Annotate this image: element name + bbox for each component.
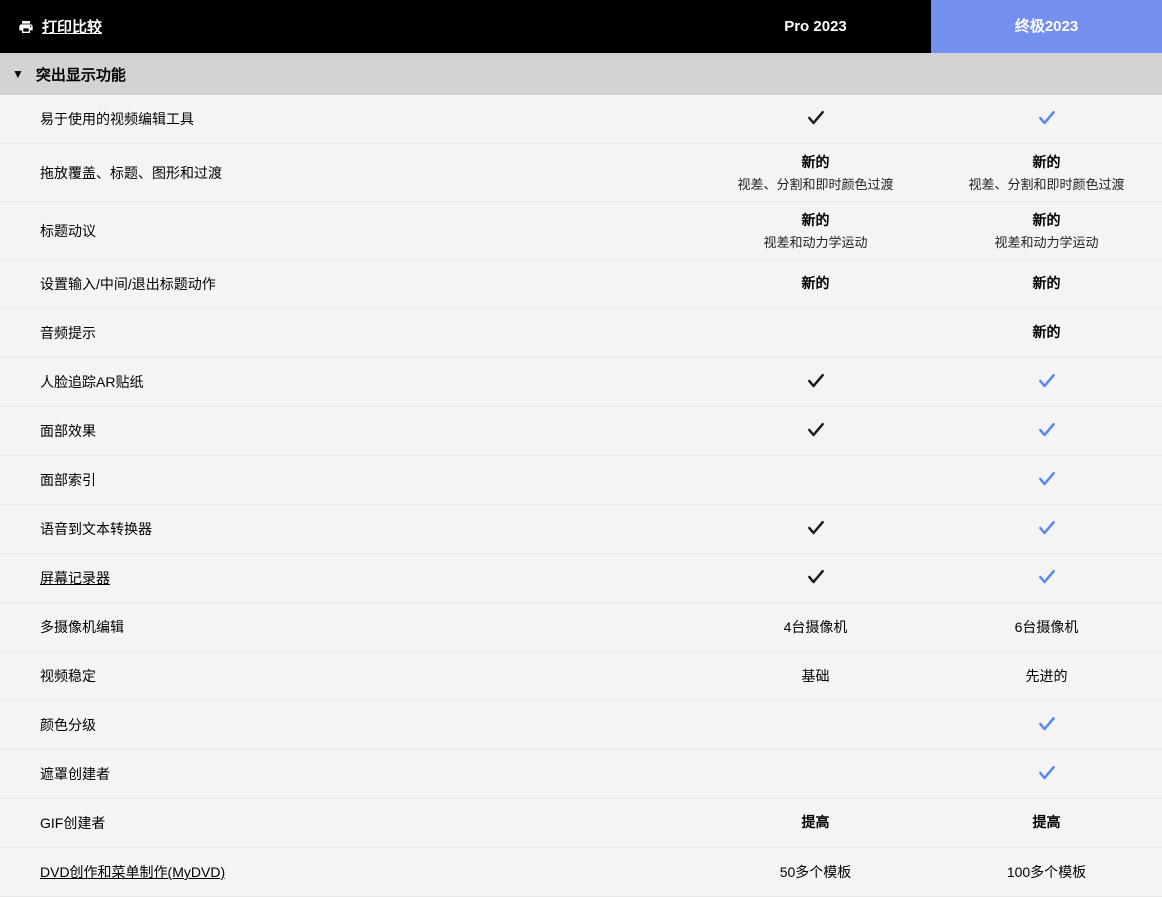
check-icon <box>806 371 826 394</box>
feature-row: 标题动议新的视差和动力学运动新的视差和动力学运动 <box>0 202 1162 260</box>
feature-label: 拖放覆盖、标题、图形和过渡 <box>0 144 700 201</box>
check-icon <box>1037 108 1057 131</box>
feature-row: 人脸追踪AR贴纸 <box>0 358 1162 407</box>
chevron-down-icon: ▼ <box>12 67 24 81</box>
check-icon <box>806 567 826 590</box>
feature-row: 易于使用的视频编辑工具 <box>0 95 1162 144</box>
value-pro: 新的视差和动力学运动 <box>700 202 931 259</box>
feature-row: GIF创建者提高提高 <box>0 799 1162 848</box>
feature-label: 面部索引 <box>0 456 700 504</box>
value-ultimate: 6台摄像机 <box>931 603 1162 651</box>
column-header-pro: Pro 2023 <box>700 0 931 53</box>
feature-label: 音频提示 <box>0 309 700 357</box>
value-pro: 50多个模板 <box>700 848 931 896</box>
feature-label: 人脸追踪AR贴纸 <box>0 358 700 406</box>
feature-label: 易于使用的视频编辑工具 <box>0 95 700 143</box>
value-ultimate <box>931 358 1162 406</box>
check-icon <box>1037 714 1057 737</box>
feature-row: 遮罩创建者 <box>0 750 1162 799</box>
feature-row: 拖放覆盖、标题、图形和过渡新的视差、分割和即时颜色过渡新的视差、分割和即时颜色过… <box>0 144 1162 202</box>
feature-row: 设置输入/中间/退出标题动作新的新的 <box>0 260 1162 309</box>
feature-label: 设置输入/中间/退出标题动作 <box>0 260 700 308</box>
feature-row: 面部效果 <box>0 407 1162 456</box>
value-pro: 基础 <box>700 652 931 700</box>
value-ultimate: 先进的 <box>931 652 1162 700</box>
value-ultimate: 提高 <box>931 799 1162 847</box>
value-pro: 4台摄像机 <box>700 603 931 651</box>
feature-label: 遮罩创建者 <box>0 750 700 798</box>
value-pro: 提高 <box>700 799 931 847</box>
value-pro <box>700 505 931 553</box>
check-icon <box>1037 567 1057 590</box>
value-ultimate <box>931 456 1162 504</box>
feature-label: 标题动议 <box>0 202 700 259</box>
check-icon <box>806 108 826 131</box>
value-ultimate: 新的 <box>931 309 1162 357</box>
value-pro: 新的视差、分割和即时颜色过渡 <box>700 144 931 201</box>
check-icon <box>1037 420 1057 443</box>
header-row: 打印比较 Pro 2023 终极2023 <box>0 0 1162 53</box>
feature-label: 颜色分级 <box>0 701 700 749</box>
feature-row: 音频提示 新的 <box>0 309 1162 358</box>
feature-row: 屏幕记录器 <box>0 554 1162 603</box>
value-ultimate <box>931 750 1162 798</box>
value-ultimate: 新的 <box>931 260 1162 308</box>
value-ultimate <box>931 407 1162 455</box>
value-ultimate: 100多个模板 <box>931 848 1162 896</box>
feature-label: GIF创建者 <box>0 799 700 847</box>
value-ultimate <box>931 505 1162 553</box>
print-label: 打印比较 <box>42 16 102 37</box>
check-icon <box>1037 763 1057 786</box>
feature-label: 语音到文本转换器 <box>0 505 700 553</box>
check-icon <box>806 420 826 443</box>
feature-row: 多摄像机编辑4台摄像机6台摄像机 <box>0 603 1162 652</box>
check-icon <box>806 518 826 541</box>
value-ultimate <box>931 95 1162 143</box>
value-pro <box>700 358 931 406</box>
value-pro <box>700 407 931 455</box>
check-icon <box>1037 469 1057 492</box>
value-pro: 新的 <box>700 260 931 308</box>
feature-row: 语音到文本转换器 <box>0 505 1162 554</box>
value-ultimate: 新的视差和动力学运动 <box>931 202 1162 259</box>
value-pro <box>700 95 931 143</box>
value-pro <box>700 456 931 504</box>
feature-label: 多摄像机编辑 <box>0 603 700 651</box>
check-icon <box>1037 371 1057 394</box>
column-header-ultimate: 终极2023 <box>931 0 1162 53</box>
feature-label: 视频稳定 <box>0 652 700 700</box>
feature-label: 面部效果 <box>0 407 700 455</box>
feature-row: DVD创作和菜单制作(MyDVD)50多个模板100多个模板 <box>0 848 1162 897</box>
value-pro <box>700 309 931 357</box>
value-pro <box>700 750 931 798</box>
feature-row: 面部索引 <box>0 456 1162 505</box>
print-icon <box>18 19 34 35</box>
print-compare-button[interactable]: 打印比较 <box>0 0 700 53</box>
section-title: 突出显示功能 <box>36 64 126 85</box>
feature-row: 视频稳定基础先进的 <box>0 652 1162 701</box>
feature-label[interactable]: 屏幕记录器 <box>0 554 700 602</box>
feature-row: 颜色分级 <box>0 701 1162 750</box>
feature-label[interactable]: DVD创作和菜单制作(MyDVD) <box>0 848 700 896</box>
value-ultimate: 新的视差、分割和即时颜色过渡 <box>931 144 1162 201</box>
value-pro <box>700 701 931 749</box>
value-pro <box>700 554 931 602</box>
value-ultimate <box>931 701 1162 749</box>
value-ultimate <box>931 554 1162 602</box>
section-toggle-highlights[interactable]: ▼ 突出显示功能 <box>0 53 1162 95</box>
check-icon <box>1037 518 1057 541</box>
